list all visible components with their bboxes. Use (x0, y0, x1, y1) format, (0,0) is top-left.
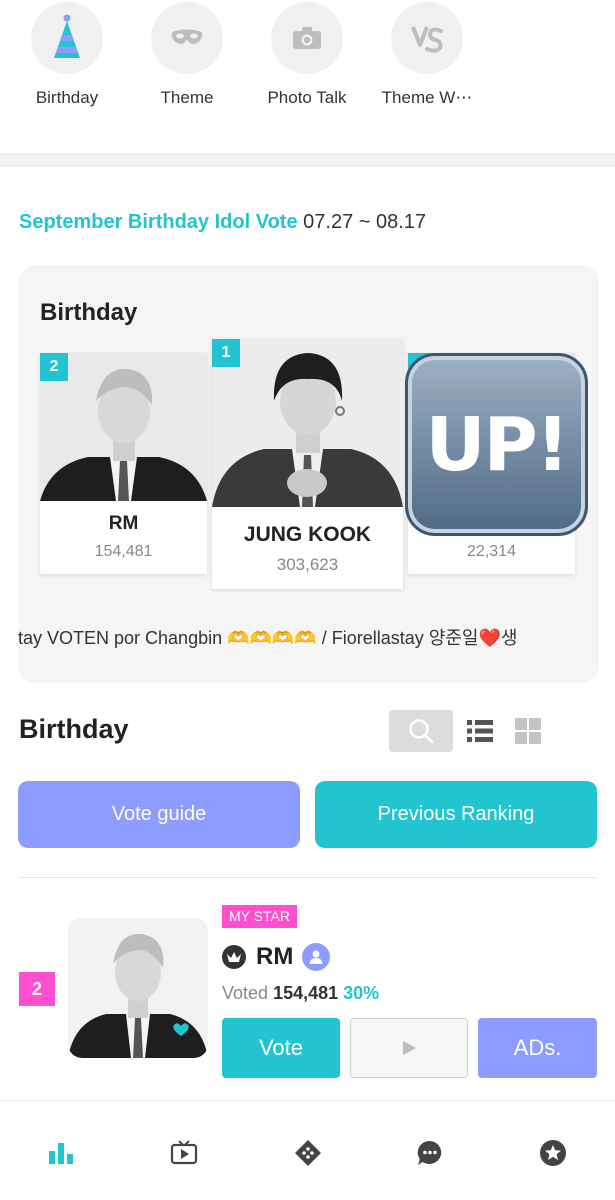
category-birthday[interactable]: Birthday (7, 0, 127, 108)
list-vote-stats: Voted 154,481 30% (222, 983, 379, 1004)
ranking-chart-icon (49, 1143, 73, 1164)
party-hat-icon (31, 2, 103, 74)
category-theme-w[interactable]: Theme W⋯ (367, 0, 487, 108)
search-icon (409, 719, 434, 744)
idol-name: RM (108, 513, 139, 534)
crown-icon (222, 945, 246, 969)
idol-votes: 303,623 (276, 555, 339, 574)
idol-votes: 154,481 (94, 543, 153, 560)
idol-photo (212, 339, 403, 507)
list-idol-name: RM (256, 943, 294, 970)
voted-label: Voted (222, 983, 269, 1003)
nav-favorites[interactable] (538, 1138, 568, 1168)
list-icon (467, 720, 493, 742)
category-label: Photo Talk (267, 88, 347, 107)
camera-icon (271, 2, 343, 74)
vote-title: September Birthday Idol Vote 07.27 ~ 08.… (19, 211, 426, 234)
rank-badge: 2 (40, 353, 68, 381)
search-button[interactable] (389, 710, 453, 752)
play-icon (403, 1041, 416, 1055)
chat-bubble-icon (417, 1140, 442, 1165)
category-theme[interactable]: Theme (127, 0, 247, 108)
section-separator (0, 153, 615, 167)
vote-title-text: September Birthday Idol Vote (19, 211, 298, 233)
nav-ranking[interactable] (46, 1138, 76, 1168)
category-label: Theme (160, 88, 214, 107)
vote-percent: 30% (343, 983, 380, 1003)
vote-guide-button[interactable]: Vote guide (18, 781, 300, 848)
play-video-button[interactable] (350, 1018, 468, 1078)
podium-card: Birthday 2 RM 154,481 3 22,314 (18, 265, 599, 683)
category-label: Theme W⋯ (381, 88, 473, 107)
vs-icon (391, 2, 463, 74)
person-icon (302, 943, 330, 971)
nav-games[interactable] (293, 1138, 323, 1168)
vote-count: 154,481 (273, 983, 339, 1003)
ads-button[interactable]: ADs. (478, 1018, 597, 1078)
podium-title: Birthday (40, 299, 138, 326)
grid-view-button[interactable] (514, 717, 542, 745)
list-rank-badge: 2 (19, 972, 55, 1006)
idol-name: JUNG KOOK (243, 523, 372, 546)
category-row: Birthday Theme Photo Talk Theme W⋯ (0, 0, 615, 152)
previous-ranking-button[interactable]: Previous Ranking (315, 781, 597, 848)
divider (18, 877, 597, 878)
my-star-badge: MY STAR (222, 905, 297, 928)
star-badge-icon (540, 1140, 566, 1166)
vote-dates: 07.27 ~ 08.17 (303, 211, 427, 233)
nav-chat[interactable] (415, 1138, 445, 1168)
bottom-nav (0, 1100, 615, 1200)
rank-badge: 1 (212, 339, 240, 367)
list-view-button[interactable] (466, 717, 494, 745)
diamond-game-icon (295, 1140, 321, 1166)
vote-button[interactable]: Vote (222, 1018, 340, 1078)
podium-entry-rank-2[interactable]: 2 RM 154,481 (40, 353, 207, 574)
video-play-icon (170, 1140, 198, 1165)
category-photo-talk[interactable]: Photo Talk (247, 0, 367, 108)
idol-votes: 22,314 (467, 543, 516, 560)
category-label: Birthday (35, 88, 99, 107)
cheer-ticker: tay VOTEN por Changbin 🫶🫶🫶🫶 / Fiorellast… (18, 628, 518, 648)
list-idol-photo[interactable] (68, 918, 208, 1058)
grid-icon (515, 718, 541, 744)
podium-entry-rank-1[interactable]: 1 JUNG KOOK 303,623 (212, 339, 403, 589)
mask-icon (151, 2, 223, 74)
section-title: Birthday (19, 714, 129, 744)
nav-video[interactable] (169, 1138, 199, 1168)
up-emoji-sticker: UP! (405, 353, 588, 536)
up-text: UP! (425, 401, 569, 488)
